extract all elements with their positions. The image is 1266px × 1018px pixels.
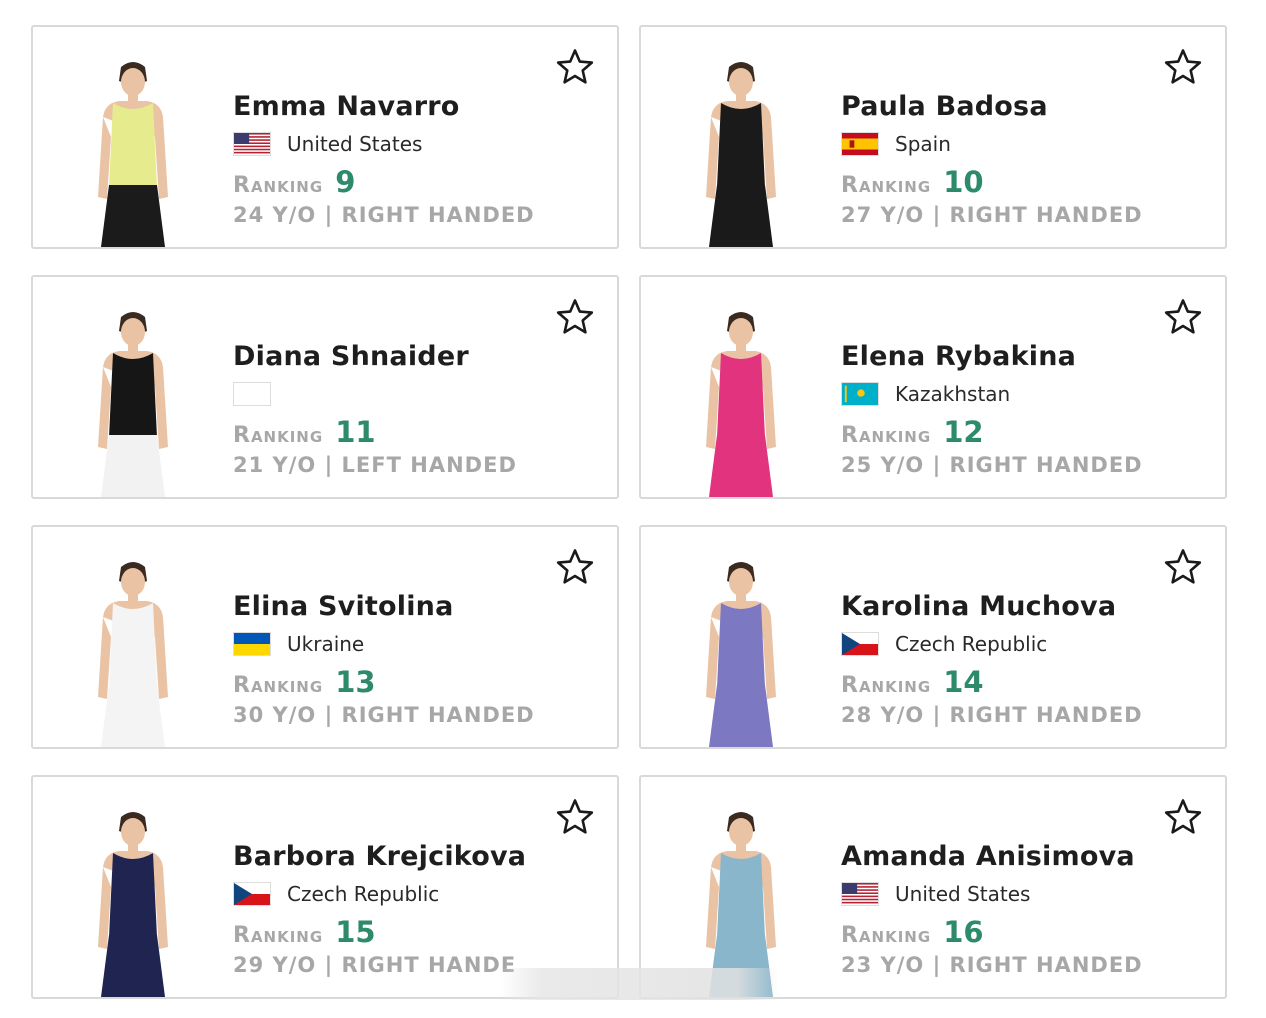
flag-cz-icon bbox=[841, 632, 879, 656]
player-info: Elina Svitolina Ukraine Ranking 13 30 Y/… bbox=[233, 589, 535, 727]
ranking-label: Ranking bbox=[841, 423, 932, 448]
player-photo bbox=[73, 307, 193, 497]
player-name[interactable]: Amanda Anisimova bbox=[841, 839, 1143, 875]
flag-kz-icon bbox=[841, 382, 879, 406]
player-photo bbox=[73, 807, 193, 997]
ranking-label: Ranking bbox=[841, 173, 932, 198]
player-card[interactable]: Paula Badosa Spain Ranking 10 27 Y/O | R… bbox=[639, 25, 1227, 249]
ranking-row: Ranking 13 bbox=[233, 665, 535, 703]
ranking-row: Ranking 15 bbox=[233, 915, 526, 953]
ranking-label: Ranking bbox=[841, 673, 932, 698]
player-info: Elena Rybakina Kazakhstan Ranking 12 25 … bbox=[841, 339, 1143, 477]
ranking-label: Ranking bbox=[233, 173, 324, 198]
player-card[interactable]: Amanda Anisimova United States Ranking 1… bbox=[639, 775, 1227, 999]
player-name[interactable]: Elena Rybakina bbox=[841, 339, 1143, 375]
player-info: Karolina Muchova Czech Republic Ranking … bbox=[841, 589, 1143, 727]
favorite-star-icon[interactable] bbox=[1163, 797, 1203, 837]
player-photo bbox=[73, 57, 193, 247]
player-meta: 25 Y/O | RIGHT HANDED bbox=[841, 453, 1143, 477]
country-name: Czech Republic bbox=[287, 882, 440, 906]
ranking-number: 16 bbox=[943, 915, 984, 949]
player-name[interactable]: Emma Navarro bbox=[233, 89, 535, 125]
player-info: Barbora Krejcikova Czech Republic Rankin… bbox=[233, 839, 526, 977]
player-card[interactable]: Karolina Muchova Czech Republic Ranking … bbox=[639, 525, 1227, 749]
watermark bbox=[500, 968, 780, 1000]
player-grid: Emma Navarro United States Ranking 9 24 … bbox=[31, 25, 1227, 999]
player-meta: 30 Y/O | RIGHT HANDED bbox=[233, 703, 535, 727]
country-name: Czech Republic bbox=[895, 632, 1048, 656]
player-meta: 27 Y/O | RIGHT HANDED bbox=[841, 203, 1143, 227]
player-card[interactable]: Emma Navarro United States Ranking 9 24 … bbox=[31, 25, 619, 249]
player-info: Emma Navarro United States Ranking 9 24 … bbox=[233, 89, 535, 227]
player-info: Diana Shnaider Ranking 11 21 Y/O | LEFT … bbox=[233, 339, 517, 477]
player-meta: 21 Y/O | LEFT HANDED bbox=[233, 453, 517, 477]
ranking-row: Ranking 10 bbox=[841, 165, 1143, 203]
ranking-number: 12 bbox=[943, 415, 984, 449]
ranking-number: 9 bbox=[335, 165, 356, 199]
player-photo bbox=[681, 57, 801, 247]
player-name[interactable]: Diana Shnaider bbox=[233, 339, 517, 375]
flag-us-icon bbox=[233, 132, 271, 156]
ranking-row: Ranking 14 bbox=[841, 665, 1143, 703]
player-info: Paula Badosa Spain Ranking 10 27 Y/O | R… bbox=[841, 89, 1143, 227]
ranking-label: Ranking bbox=[233, 923, 324, 948]
flag-cz-icon bbox=[233, 882, 271, 906]
favorite-star-icon[interactable] bbox=[555, 297, 595, 337]
country-name: Kazakhstan bbox=[895, 382, 1011, 406]
player-meta: 23 Y/O | RIGHT HANDED bbox=[841, 953, 1143, 977]
flag-ua-icon bbox=[233, 632, 271, 656]
ranking-label: Ranking bbox=[841, 923, 932, 948]
flag-es-icon bbox=[841, 132, 879, 156]
favorite-star-icon[interactable] bbox=[1163, 547, 1203, 587]
flag-blank-icon bbox=[233, 382, 271, 406]
ranking-row: Ranking 11 bbox=[233, 415, 517, 453]
player-name[interactable]: Barbora Krejcikova bbox=[233, 839, 526, 875]
player-meta: 24 Y/O | RIGHT HANDED bbox=[233, 203, 535, 227]
player-card[interactable]: Elina Svitolina Ukraine Ranking 13 30 Y/… bbox=[31, 525, 619, 749]
player-meta: 28 Y/O | RIGHT HANDED bbox=[841, 703, 1143, 727]
player-card[interactable]: Diana Shnaider Ranking 11 21 Y/O | LEFT … bbox=[31, 275, 619, 499]
player-card[interactable]: Elena Rybakina Kazakhstan Ranking 12 25 … bbox=[639, 275, 1227, 499]
player-photo bbox=[681, 557, 801, 747]
ranking-number: 13 bbox=[335, 665, 376, 699]
country-row: Kazakhstan bbox=[841, 379, 1143, 409]
country-name: Spain bbox=[895, 132, 951, 156]
country-row: Spain bbox=[841, 129, 1143, 159]
favorite-star-icon[interactable] bbox=[1163, 47, 1203, 87]
player-name[interactable]: Elina Svitolina bbox=[233, 589, 535, 625]
ranking-number: 14 bbox=[943, 665, 984, 699]
ranking-label: Ranking bbox=[233, 673, 324, 698]
country-row: United States bbox=[233, 129, 535, 159]
player-name[interactable]: Paula Badosa bbox=[841, 89, 1143, 125]
country-row: Ukraine bbox=[233, 629, 535, 659]
country-name: United States bbox=[895, 882, 1031, 906]
player-photo bbox=[681, 307, 801, 497]
player-photo bbox=[73, 557, 193, 747]
ranking-row: Ranking 9 bbox=[233, 165, 535, 203]
country-row: Czech Republic bbox=[233, 879, 526, 909]
player-info: Amanda Anisimova United States Ranking 1… bbox=[841, 839, 1143, 977]
country-name: United States bbox=[287, 132, 423, 156]
ranking-label: Ranking bbox=[233, 423, 324, 448]
ranking-row: Ranking 16 bbox=[841, 915, 1143, 953]
player-name[interactable]: Karolina Muchova bbox=[841, 589, 1143, 625]
ranking-number: 15 bbox=[335, 915, 376, 949]
favorite-star-icon[interactable] bbox=[555, 47, 595, 87]
country-row bbox=[233, 379, 517, 409]
ranking-row: Ranking 12 bbox=[841, 415, 1143, 453]
country-name: Ukraine bbox=[287, 632, 365, 656]
player-card[interactable]: Barbora Krejcikova Czech Republic Rankin… bbox=[31, 775, 619, 999]
player-meta: 29 Y/O | RIGHT HANDE bbox=[233, 953, 517, 977]
favorite-star-icon[interactable] bbox=[555, 797, 595, 837]
flag-us-icon bbox=[841, 882, 879, 906]
ranking-number: 10 bbox=[943, 165, 984, 199]
favorite-star-icon[interactable] bbox=[555, 547, 595, 587]
country-row: United States bbox=[841, 879, 1143, 909]
ranking-number: 11 bbox=[335, 415, 376, 449]
country-row: Czech Republic bbox=[841, 629, 1143, 659]
favorite-star-icon[interactable] bbox=[1163, 297, 1203, 337]
